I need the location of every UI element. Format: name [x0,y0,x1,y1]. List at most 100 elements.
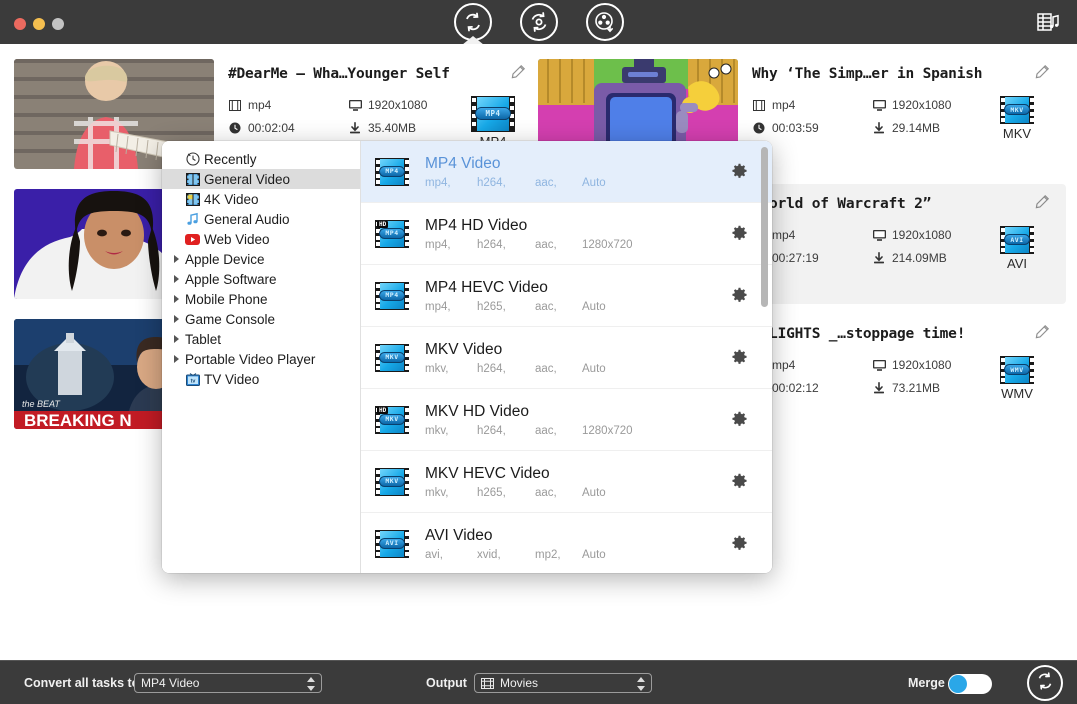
format-category-recently[interactable]: Recently [162,149,360,169]
task-output-format[interactable]: AVI AVI [984,226,1050,271]
format-option-mkv-hevc-video[interactable]: MKVMKV HEVC Videomkv,h265,aac,Auto [361,451,772,513]
format-vcodec: h264, [477,177,535,189]
convert-all-select[interactable]: MP4 Video [134,673,322,693]
folder-movies-icon [481,678,494,689]
format-category-tablet[interactable]: Tablet [162,329,360,349]
format-option-mkv-hd-video[interactable]: HDMKVMKV HD Videomkv,h264,aac,1280x720 [361,389,772,451]
clock-icon [752,122,766,135]
format-category-apple-software[interactable]: Apple Software [162,269,360,289]
format-vcodec: h265, [477,487,535,499]
format-category-label: Apple Device [185,252,265,267]
gear-icon[interactable] [731,411,748,428]
task-duration: 00:02:04 [228,121,348,135]
edit-button[interactable] [1034,194,1050,210]
format-option-name: MKV HD Video [425,403,772,421]
format-option-mp4-hevc-video[interactable]: MP4MP4 HEVC Videomp4,h265,aac,Auto [361,265,772,327]
format-category-web-video[interactable]: Web Video [162,229,360,249]
media-library-button[interactable] [1035,10,1061,34]
format-category-general-audio[interactable]: General Audio [162,209,360,229]
task-title: “World of Warcraft 2” [752,196,1052,212]
youtube-icon [185,232,200,247]
chevron-right-icon [174,315,179,323]
film-format-icon: MP4 [375,282,425,310]
format-list[interactable]: MP4MP4 Videomp4,h264,aac,AutoHDMP4MP4 HD… [361,141,772,573]
format-option-mkv-video[interactable]: MKVMKV Videomkv,h264,aac,Auto [361,327,772,389]
rotate-disc-icon [527,10,551,34]
edit-button[interactable] [510,64,526,80]
task-title: GHLIGHTS _…stoppage time! [752,326,1052,342]
film-format-icon: AVI [1000,226,1034,254]
chevron-right-icon [174,275,179,283]
format-category-apple-device[interactable]: Apple Device [162,249,360,269]
format-category-game-console[interactable]: Game Console [162,309,360,329]
svg-text:the BEAT: the BEAT [22,399,61,409]
format-category-4k-video[interactable]: 4K Video [162,189,360,209]
stepper-icon [307,677,316,691]
format-ext: mp4, [425,301,477,313]
format-option-name: MKV HEVC Video [425,465,772,483]
format-option-mp4-video[interactable]: MP4MP4 Videomp4,h264,aac,Auto [361,141,772,203]
gear-icon[interactable] [731,163,748,180]
vertical-scrollbar[interactable] [761,147,768,567]
film-strip-icon [752,99,766,112]
merge-toggle[interactable] [948,674,992,694]
chevron-right-icon [174,295,179,303]
edit-button[interactable] [1034,64,1050,80]
chevron-right-icon [174,255,179,263]
tv-icon: tv [185,372,200,387]
format-category-list: RecentlyGeneral Video 4K Video General Aud… [162,141,361,573]
format-picker-popover[interactable]: RecentlyGeneral Video 4K Video General Aud… [162,141,772,573]
format-category-mobile-phone[interactable]: Mobile Phone [162,289,360,309]
format-category-portable-video-player[interactable]: Portable Video Player [162,349,360,369]
gear-icon[interactable] [731,225,748,242]
format-option-mp4-hd-video[interactable]: HDMP4MP4 HD Videomp4,h264,aac,1280x720 [361,203,772,265]
format-option-text: AVI Videoavi,xvid,mp2,Auto [425,527,772,561]
start-convert-button[interactable] [1027,665,1063,701]
scrollbar-thumb[interactable] [761,147,768,307]
title-bar [0,0,1077,44]
gear-icon[interactable] [731,287,748,304]
format-option-text: MP4 HD Videomp4,h264,aac,1280x720 [425,217,772,251]
format-category-label: 4K Video [204,192,259,207]
format-option-avi-video[interactable]: AVIAVI Videoavi,xvid,mp2,Auto [361,513,772,573]
merge-toggle-knob [949,675,967,693]
output-select[interactable]: Movies [474,673,652,693]
audio-converter-button[interactable] [520,3,558,41]
film-format-icon: AVI [375,530,425,558]
video-downloader-button[interactable] [586,3,624,41]
monitor-icon [348,99,362,112]
edit-button[interactable] [1034,324,1050,340]
gear-icon[interactable] [731,473,748,490]
chevron-right-icon [174,335,179,343]
app-window: #DearMe — Wha…Younger Self mp4 1920x1080… [0,0,1077,704]
format-category-label: Game Console [185,312,275,327]
format-vcodec: h264, [477,239,535,251]
mode-switcher [0,0,1077,44]
task-output-format[interactable]: MKV MKV [984,96,1050,141]
clock-icon [185,152,200,167]
film-4k-icon [185,192,200,207]
task-output-format[interactable]: WMV WMV [984,356,1050,401]
format-category-tv-video[interactable]: tvTV Video [162,369,360,389]
format-acodec: mp2, [535,549,582,561]
gear-icon[interactable] [731,349,748,366]
format-resolution: Auto [582,177,606,189]
convert-all-value: MP4 Video [141,676,199,690]
task-title: Why ‘The Simp…er in Spanish [752,66,1052,82]
merge-label: Merge [908,676,945,690]
film-format-icon: MKV [375,468,425,496]
download-size-icon [348,122,362,135]
task-info: GHLIGHTS _…stoppage time! mp4 1920x1080 … [738,314,1066,434]
svg-text:BREAKING N: BREAKING N [24,411,132,429]
format-resolution: Auto [582,549,606,561]
film-strip-icon [228,99,242,112]
format-ext: mkv, [425,487,477,499]
gear-icon[interactable] [731,535,748,552]
format-option-name: MP4 HD Video [425,217,772,235]
format-category-general-video[interactable]: General Video [162,169,360,189]
film-format-icon: MKV [1000,96,1034,124]
task-output-format-label: AVI [984,256,1050,271]
film-blue-icon [185,172,200,187]
output-label: Output [426,676,467,690]
format-option-specs: mkv,h264,aac,1280x720 [425,425,772,437]
